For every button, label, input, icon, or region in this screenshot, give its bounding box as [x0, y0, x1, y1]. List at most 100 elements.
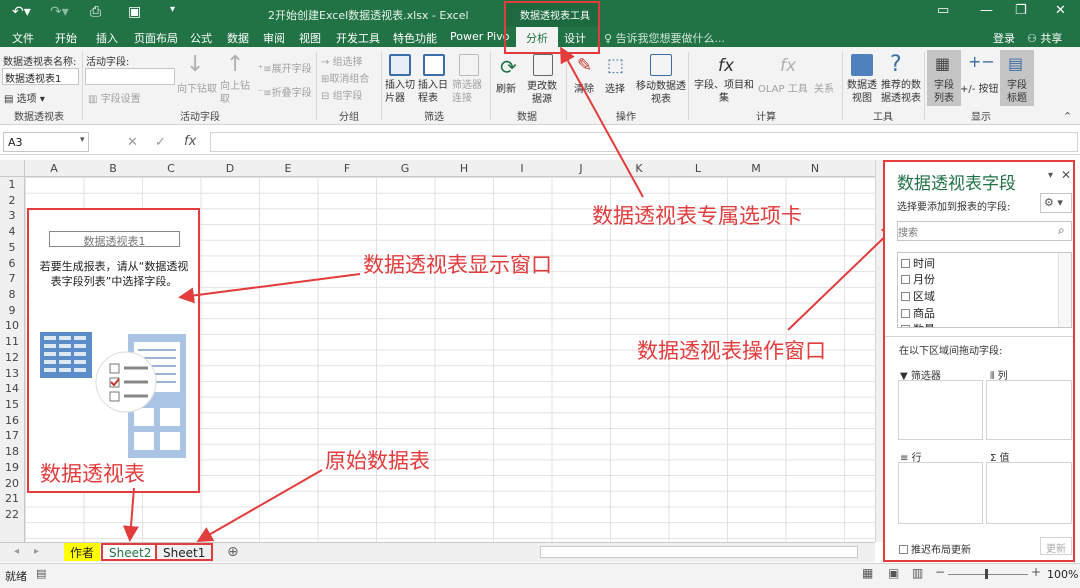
insert-function-icon[interactable]: fx: [184, 134, 196, 149]
row-header[interactable]: 14: [0, 382, 24, 395]
normal-view-icon[interactable]: ▦: [862, 566, 873, 580]
zoom-out-icon[interactable]: −: [935, 565, 945, 579]
row-header[interactable]: 5: [0, 241, 24, 254]
row-header[interactable]: 6: [0, 257, 24, 270]
field-settings-button[interactable]: ▥ 字段设置: [88, 90, 141, 105]
row-header[interactable]: 13: [0, 367, 24, 380]
name-box-dropdown-icon[interactable]: ▾: [80, 135, 85, 145]
macro-record-icon[interactable]: ▤: [36, 567, 46, 580]
tab-insert[interactable]: 插入: [96, 30, 118, 46]
tab-developer[interactable]: 开发工具: [336, 30, 380, 46]
collapse-ribbon-icon[interactable]: ⌃: [1063, 110, 1072, 123]
row-header[interactable]: 15: [0, 398, 24, 411]
tools-gear-icon[interactable]: ⚙ ▾: [1040, 193, 1072, 213]
search-icon[interactable]: ⌕: [1058, 223, 1065, 238]
pivot-name-field[interactable]: 数据透视表1: [2, 68, 79, 85]
pane-close-icon[interactable]: ✕: [1061, 168, 1071, 182]
restore-icon[interactable]: ❐: [1015, 3, 1027, 18]
relationships-button[interactable]: 关系: [814, 80, 834, 95]
print-preview-icon[interactable]: ⎙: [90, 4, 101, 20]
page-break-view-icon[interactable]: ▥: [912, 566, 923, 580]
zoom-level[interactable]: 100%: [1047, 568, 1078, 581]
column-header[interactable]: G: [376, 162, 434, 175]
row-header[interactable]: 11: [0, 335, 24, 348]
add-sheet-icon[interactable]: ⊕: [227, 544, 239, 560]
refresh-button[interactable]: 刷新: [496, 80, 516, 95]
values-drop-zone[interactable]: [986, 462, 1072, 524]
minimize-icon[interactable]: —: [980, 3, 993, 18]
column-header[interactable]: N: [786, 162, 844, 175]
row-header[interactable]: 20: [0, 477, 24, 490]
row-header[interactable]: 22: [0, 508, 24, 521]
formula-input[interactable]: [210, 132, 1078, 152]
column-header[interactable]: K: [610, 162, 668, 175]
column-header[interactable]: I: [493, 162, 551, 175]
filters-drop-zone[interactable]: [898, 380, 983, 440]
insert-slicer-button[interactable]: 插入切片器: [385, 79, 417, 105]
column-header[interactable]: F: [318, 162, 376, 175]
column-header[interactable]: B: [84, 162, 142, 175]
enter-icon[interactable]: ✓: [155, 135, 166, 150]
column-header[interactable]: E: [259, 162, 317, 175]
vertical-scrollbar[interactable]: [875, 160, 883, 542]
zoom-in-icon[interactable]: +: [1031, 565, 1041, 579]
fields-items-sets-button[interactable]: 字段、项目和集: [692, 79, 756, 105]
row-header[interactable]: 7: [0, 272, 24, 285]
rows-drop-zone[interactable]: [898, 462, 983, 524]
field-list-scrollbar[interactable]: [1058, 253, 1071, 327]
row-header[interactable]: 4: [0, 225, 24, 238]
field-checkbox[interactable]: 时间: [901, 255, 935, 271]
row-header[interactable]: 8: [0, 288, 24, 301]
tab-features[interactable]: 特色功能: [393, 30, 437, 46]
change-source-button[interactable]: 更改数据源: [524, 80, 560, 106]
share-button[interactable]: ⚇ 共享: [1027, 30, 1062, 46]
column-header[interactable]: C: [142, 162, 200, 175]
move-pivot-button[interactable]: 移动数据透视表: [634, 80, 688, 106]
pane-options-icon[interactable]: ▾: [1048, 170, 1053, 181]
sheet-tab-sheet2[interactable]: Sheet2: [101, 543, 160, 561]
field-checkbox[interactable]: 区域: [901, 288, 935, 304]
insert-timeline-button[interactable]: 插入日程表: [418, 79, 450, 105]
row-header[interactable]: 12: [0, 351, 24, 364]
cancel-icon[interactable]: ✕: [127, 135, 138, 150]
select-all-corner[interactable]: [0, 160, 25, 177]
row-header[interactable]: 18: [0, 445, 24, 458]
field-search-input[interactable]: [897, 221, 1072, 241]
row-header[interactable]: 17: [0, 429, 24, 442]
sheet-tab-sheet1[interactable]: Sheet1: [155, 543, 214, 561]
ungroup-button[interactable]: ⊞取消组合: [321, 70, 369, 85]
group-field-button[interactable]: ⊟ 组字段: [321, 87, 363, 102]
sheet-prev-icon[interactable]: ◂: [14, 546, 19, 557]
row-header[interactable]: 2: [0, 194, 24, 207]
login-link[interactable]: 登录: [993, 30, 1015, 46]
field-checkbox[interactable]: 月份: [901, 271, 935, 287]
name-box[interactable]: A3: [3, 132, 89, 152]
horizontal-scrollbar[interactable]: [540, 546, 858, 558]
tell-me-box[interactable]: ♀ 告诉我您想要做什么...: [604, 30, 725, 46]
tab-page-layout[interactable]: 页面布局: [134, 30, 178, 46]
zoom-slider[interactable]: [948, 574, 1028, 575]
page-layout-view-icon[interactable]: ▣: [888, 566, 899, 580]
column-header[interactable]: D: [201, 162, 259, 175]
column-header[interactable]: L: [669, 162, 727, 175]
customize-toolbar-icon[interactable]: ▾: [170, 4, 175, 15]
undo-icon[interactable]: ↶▾: [12, 4, 31, 20]
sheet-next-icon[interactable]: ▸: [34, 546, 39, 557]
columns-drop-zone[interactable]: [986, 380, 1072, 440]
row-header[interactable]: 1: [0, 178, 24, 191]
tab-power-pivot[interactable]: Power Pivo: [450, 30, 509, 43]
close-icon[interactable]: ✕: [1055, 3, 1066, 18]
row-header[interactable]: 10: [0, 319, 24, 332]
tab-view[interactable]: 视图: [299, 30, 321, 46]
defer-update-checkbox[interactable]: 推迟布局更新: [899, 541, 971, 556]
field-checkbox[interactable]: 商品: [901, 305, 935, 321]
filter-connections-button[interactable]: 筛选器连接: [452, 79, 486, 105]
clear-button[interactable]: 清除: [574, 80, 594, 95]
options-button[interactable]: ▤ 选项 ▾: [4, 90, 45, 105]
drill-up-button[interactable]: 向上钻取: [220, 80, 254, 106]
select-button[interactable]: 选择: [605, 80, 625, 95]
redo-icon[interactable]: ↷▾: [50, 4, 69, 20]
expand-field-button[interactable]: ⁺≡展开字段: [258, 60, 312, 75]
save-icon[interactable]: ▣: [128, 4, 141, 20]
row-header[interactable]: 16: [0, 414, 24, 427]
